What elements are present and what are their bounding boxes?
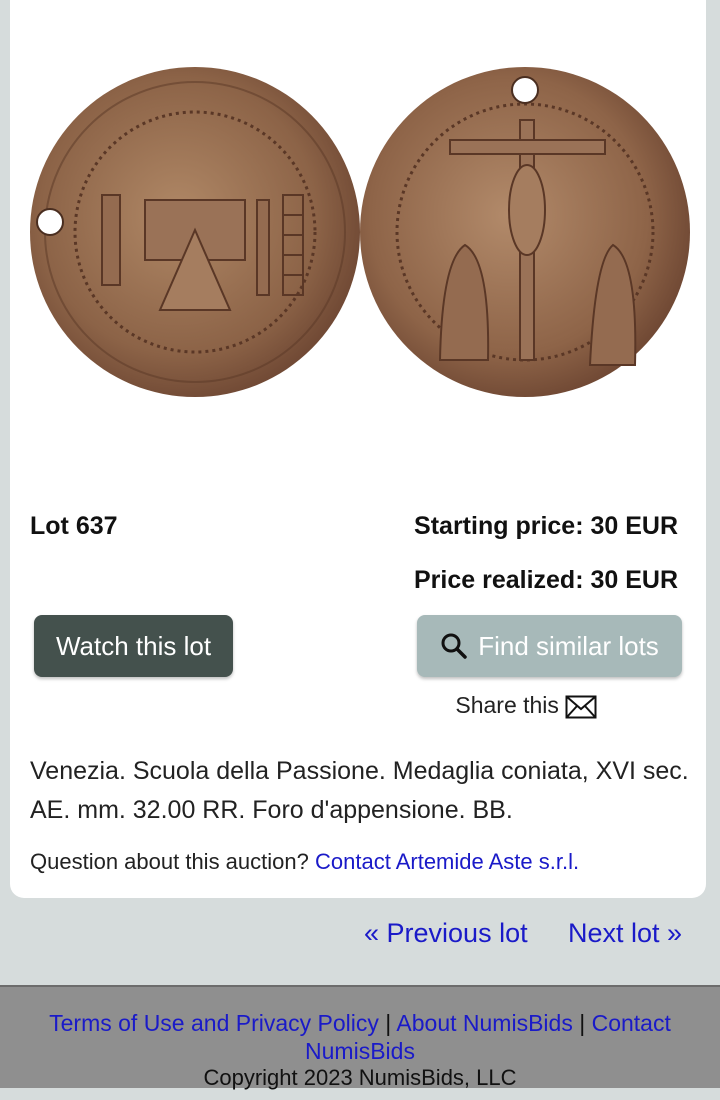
coin-reverse-image [360, 67, 690, 397]
price-realized: Price realized: 30 EUR [413, 566, 678, 594]
footer-separator: | [385, 1010, 392, 1036]
footer: Terms of Use and Privacy Policy | About … [0, 985, 720, 1090]
footer-links: Terms of Use and Privacy Policy | About … [0, 1009, 720, 1065]
lot-number: Lot 637 [30, 512, 118, 540]
contact-question-text: Question about this auction? [30, 849, 309, 874]
watch-lot-button[interactable]: Watch this lot [34, 615, 233, 677]
contact-auctioneer-link[interactable]: Contact Artemide Aste s.r.l. [315, 849, 579, 874]
previous-lot-link[interactable]: « Previous lot [364, 918, 528, 949]
about-link[interactable]: About NumisBids [396, 1010, 572, 1036]
footer-separator: | [579, 1010, 586, 1036]
contact-question: Question about this auction? Contact Art… [30, 849, 579, 875]
coin-images[interactable] [10, 60, 706, 405]
starting-price: Starting price: 30 EUR [414, 512, 678, 540]
next-lot-link[interactable]: Next lot » [568, 918, 682, 949]
find-similar-button[interactable]: Find similar lots [417, 615, 682, 677]
watch-lot-label: Watch this lot [55, 630, 212, 661]
terms-link[interactable]: Terms of Use and Privacy Policy [49, 1010, 379, 1036]
find-similar-label: Find similar lots [478, 630, 659, 661]
coin-obverse-image [30, 67, 360, 397]
envelope-icon[interactable] [565, 695, 597, 719]
search-icon [441, 633, 467, 659]
copyright: Copyright 2023 NumisBids, LLC [203, 1065, 517, 1090]
lot-description: Venezia. Scuola della Passione. Medaglia… [30, 757, 689, 824]
lot-card: Lot 637 Starting price: 30 EUR Price rea… [10, 0, 706, 898]
